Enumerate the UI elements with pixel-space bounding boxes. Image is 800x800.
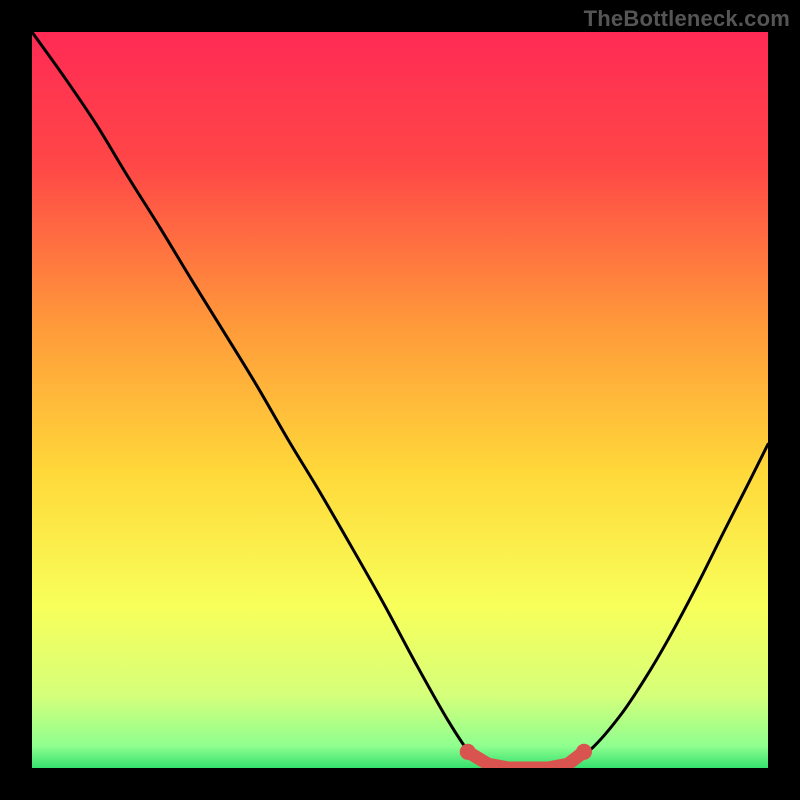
plot-area [32,32,768,768]
optimal-band-endpoint [576,744,592,760]
watermark-text: TheBottleneck.com [584,6,790,32]
chart-stage: TheBottleneck.com [0,0,800,800]
plot-svg [32,32,768,768]
optimal-band-endpoint [460,744,476,760]
